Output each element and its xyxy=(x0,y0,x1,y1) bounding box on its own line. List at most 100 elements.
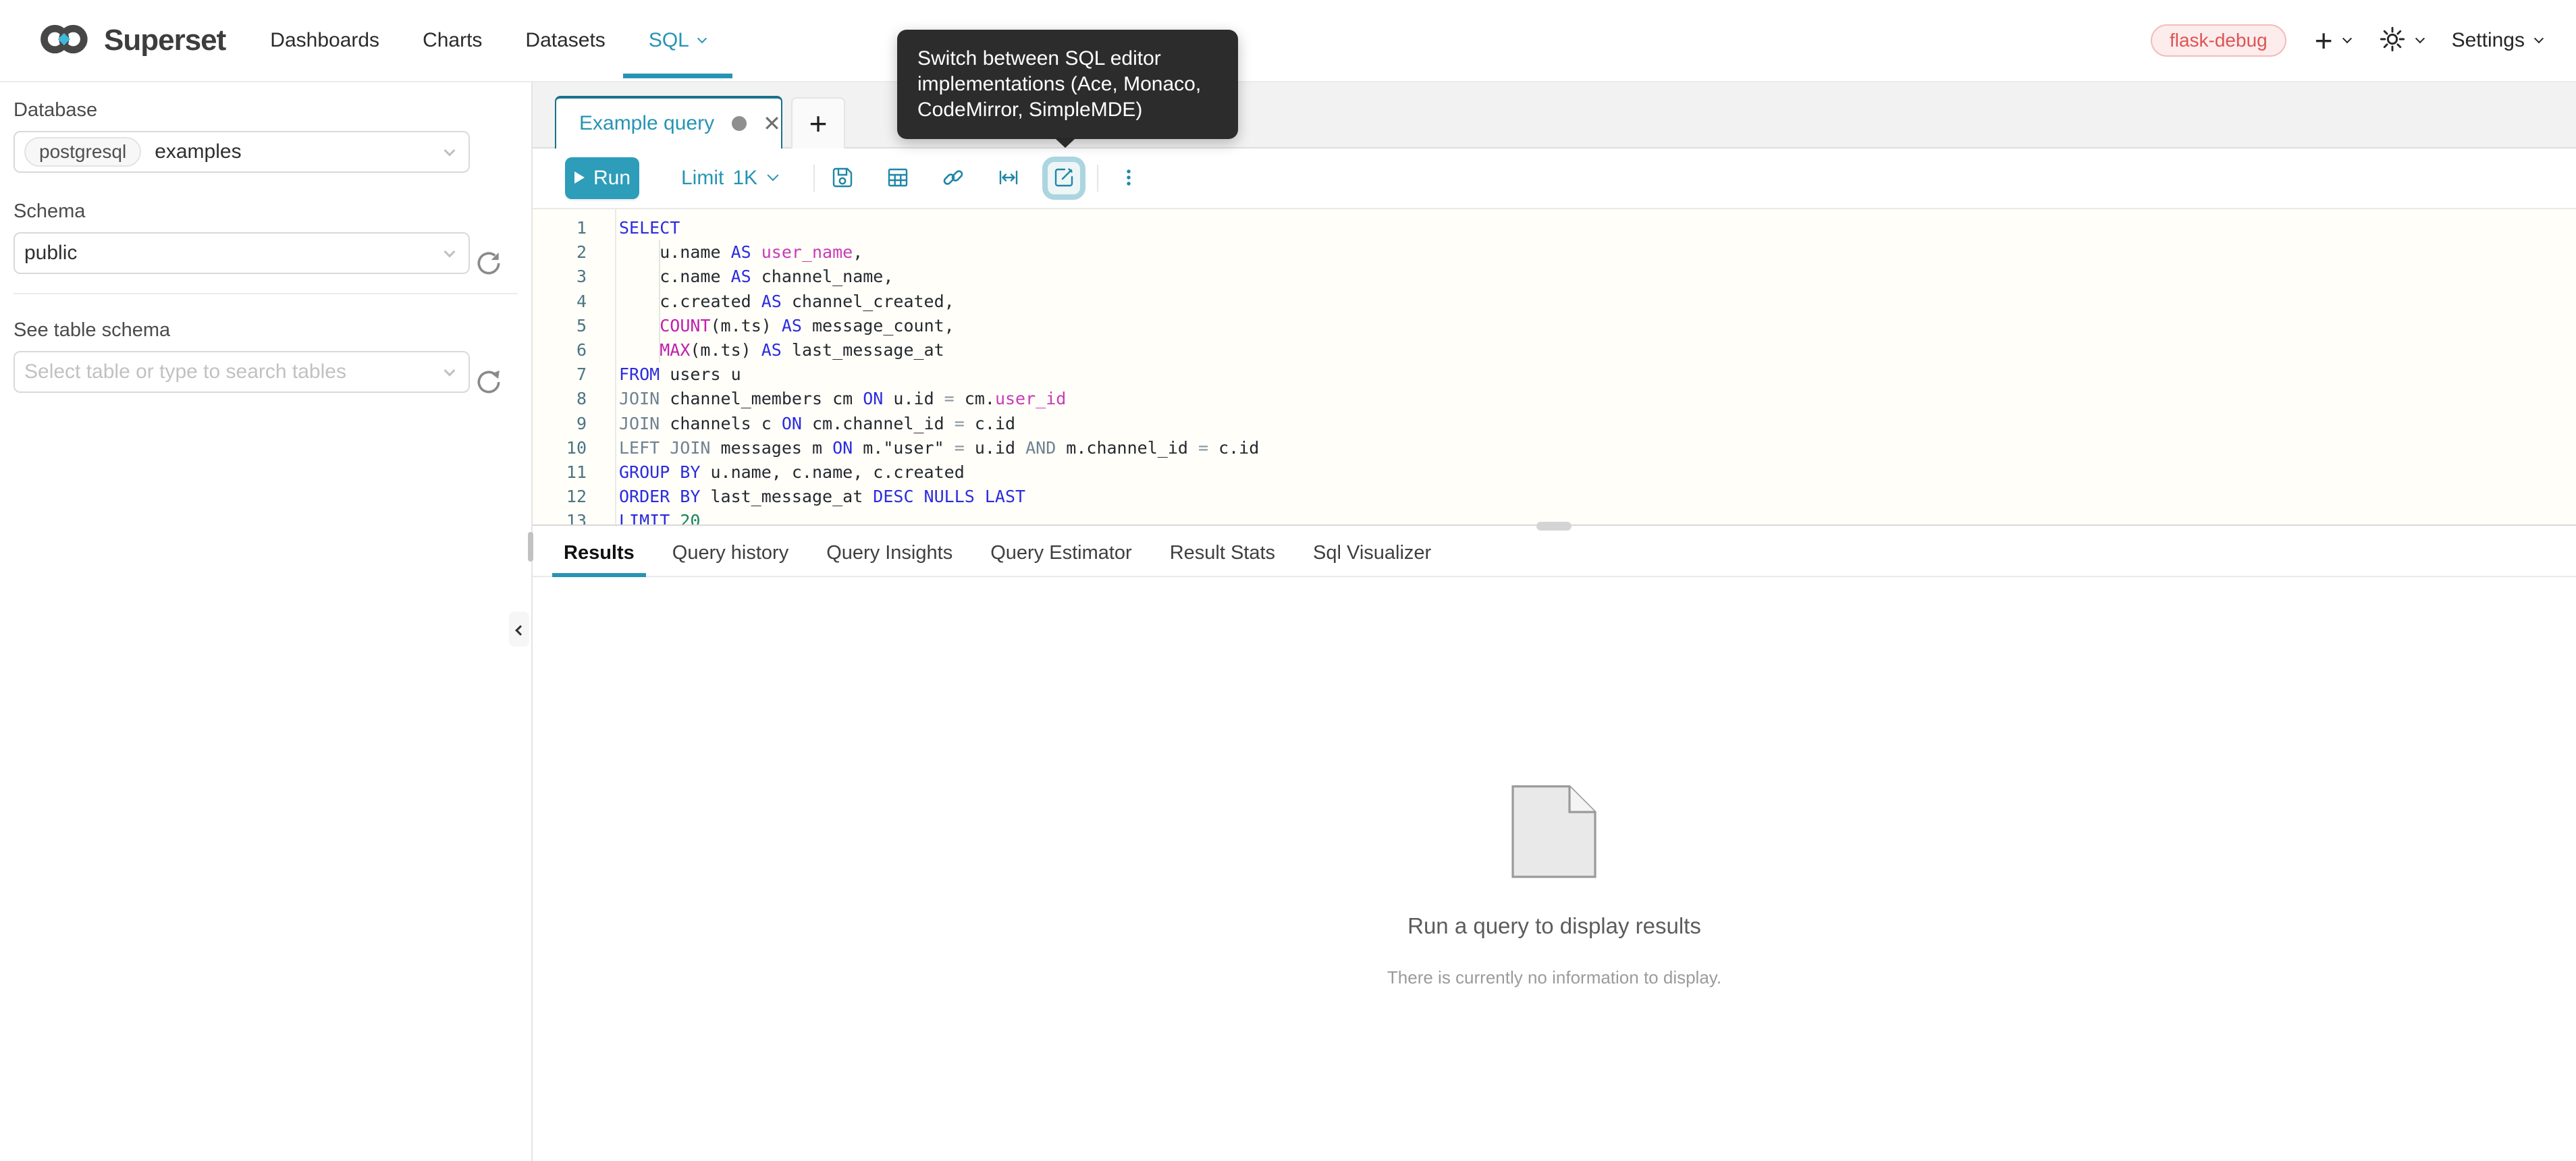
brand-name: Superset xyxy=(104,24,225,57)
code-line: c.created AS channel_created, xyxy=(619,290,2576,314)
schema-select[interactable]: public xyxy=(14,232,470,274)
editor-width-button[interactable] xyxy=(981,148,1036,209)
nav-item-label: Dashboards xyxy=(270,29,379,52)
chevron-down-icon xyxy=(2534,34,2544,43)
sql-code-area[interactable]: SELECT u.name AS user_name, c.name AS ch… xyxy=(533,216,2576,526)
results-tab-results[interactable]: Results xyxy=(564,542,635,576)
sql-editor[interactable]: 12345678910111213 SELECT u.name AS user_… xyxy=(533,209,2576,526)
main-nav: Dashboards Charts Datasets SQL xyxy=(270,29,705,52)
code-line: COUNT(m.ts) AS message_count, xyxy=(619,314,2576,338)
nav-item-sql[interactable]: SQL xyxy=(649,29,705,52)
environment-badge: flask-debug xyxy=(2151,24,2286,57)
code-line: c.name AS channel_name, xyxy=(619,265,2576,289)
chevron-down-icon xyxy=(444,145,456,157)
add-tab-button[interactable]: + xyxy=(791,97,845,148)
code-line: FROM users u xyxy=(619,362,2576,387)
editor-results-split-handle[interactable] xyxy=(1536,522,1572,531)
code-line: LIMIT 20 xyxy=(619,509,2576,526)
navbar-right: flask-debug + Settings xyxy=(2151,24,2552,57)
table-select[interactable]: Select table or type to search tables xyxy=(14,351,470,393)
empty-state-title: Run a query to display results xyxy=(1407,913,1701,939)
editor-tab-strip: Example query ✕ + xyxy=(533,82,2576,148)
editor-width-icon xyxy=(997,166,1020,191)
code-line: GROUP BY u.name, c.name, c.created xyxy=(619,460,2576,485)
refresh-schemas-button[interactable] xyxy=(474,248,504,278)
play-icon xyxy=(574,167,585,190)
close-tab-button[interactable]: ✕ xyxy=(763,113,781,134)
switch-editor-icon xyxy=(1052,166,1075,191)
collapse-sidebar-button[interactable] xyxy=(509,612,529,647)
code-line: JOIN channels c ON cm.channel_id = c.id xyxy=(619,412,2576,436)
results-tab-sql-visualizer[interactable]: Sql Visualizer xyxy=(1313,542,1431,576)
refresh-icon xyxy=(474,270,504,280)
save-icon xyxy=(831,166,854,191)
run-query-button[interactable]: Run xyxy=(565,157,639,199)
refresh-icon xyxy=(474,389,504,399)
code-line: u.name AS user_name, xyxy=(619,240,2576,265)
database-select[interactable]: postgresql examples xyxy=(14,131,470,173)
limit-value: 1K xyxy=(732,167,757,190)
nav-item-label: Charts xyxy=(423,29,482,52)
table-select-placeholder: Select table or type to search tables xyxy=(24,360,346,383)
new-item-menu[interactable]: + xyxy=(2315,27,2351,54)
database-engine-pill: postgresql xyxy=(24,137,141,167)
link-icon xyxy=(942,166,965,191)
results-empty-state: Run a query to display results There is … xyxy=(533,577,2576,988)
switch-editor-button[interactable] xyxy=(1036,148,1092,209)
results-tab-query-history[interactable]: Query history xyxy=(672,542,788,576)
chevron-down-icon xyxy=(2342,34,2352,43)
table-icon xyxy=(886,166,909,191)
theme-menu[interactable] xyxy=(2379,26,2423,56)
more-icon xyxy=(1117,166,1140,191)
code-line: SELECT xyxy=(619,216,2576,240)
results-tab-query-insights[interactable]: Query Insights xyxy=(826,542,952,576)
results-tab-bar: Results Query history Query Insights Query … xyxy=(533,526,2576,577)
nav-item-datasets[interactable]: Datasets xyxy=(525,29,605,52)
editor-toolbar: Run Limit 1K xyxy=(533,148,2576,209)
results-tab-result-stats[interactable]: Result Stats xyxy=(1170,542,1275,576)
chevron-down-icon xyxy=(444,246,456,258)
results-panel: Results Query history Query Insights Query … xyxy=(533,526,2576,1161)
chevron-down-icon xyxy=(2415,34,2425,43)
empty-document-icon xyxy=(1511,785,1598,878)
switch-editor-tooltip: Switch between SQL editor implementation… xyxy=(897,30,1238,139)
code-line: JOIN channel_members cm ON u.id = cm.use… xyxy=(619,387,2576,411)
more-button[interactable] xyxy=(1101,148,1156,209)
tooltip-text: Switch between SQL editor implementation… xyxy=(917,47,1201,121)
chevron-down-icon xyxy=(697,34,707,43)
toolbar-separator xyxy=(1097,165,1098,192)
toolbar-icon-row xyxy=(815,148,1156,209)
sun-icon xyxy=(2379,26,2406,56)
settings-menu[interactable]: Settings xyxy=(2452,29,2542,52)
save-button[interactable] xyxy=(815,148,870,209)
empty-state-subtitle: There is currently no information to dis… xyxy=(1387,967,1721,988)
code-line: ORDER BY last_message_at DESC NULLS LAST xyxy=(619,485,2576,509)
table-schema-label: See table schema xyxy=(14,319,531,342)
chevron-left-icon xyxy=(515,625,526,636)
refresh-tables-button[interactable] xyxy=(474,367,504,397)
database-select-value: examples xyxy=(155,140,241,163)
indent-guide xyxy=(659,240,660,362)
database-label: Database xyxy=(14,99,531,122)
chevron-down-icon xyxy=(768,169,779,181)
code-line: MAX(m.ts) AS last_message_at xyxy=(619,338,2576,362)
limit-label: Limit xyxy=(681,167,724,190)
panel-resize-grip[interactable] xyxy=(528,532,533,562)
superset-logo[interactable]: Superset xyxy=(36,21,225,61)
link-button[interactable] xyxy=(925,148,981,209)
query-tab[interactable]: Example query ✕ xyxy=(555,96,782,148)
row-limit-dropdown[interactable]: Limit 1K xyxy=(681,167,777,190)
query-tab-title: Example query xyxy=(579,112,714,135)
results-tab-query-estimator[interactable]: Query Estimator xyxy=(990,542,1132,576)
table-button[interactable] xyxy=(870,148,925,209)
code-line: LEFT JOIN messages m ON m."user" = u.id … xyxy=(619,436,2576,460)
unsaved-indicator-dot xyxy=(732,116,747,131)
nav-item-label: SQL xyxy=(649,29,689,52)
schema-label: Schema xyxy=(14,200,531,223)
top-navbar: Superset Dashboards Charts Datasets SQL fla… xyxy=(0,0,2576,82)
nav-item-dashboards[interactable]: Dashboards xyxy=(270,29,379,52)
nav-item-charts[interactable]: Charts xyxy=(423,29,482,52)
plus-icon: + xyxy=(2315,27,2333,54)
sqllab-main: Example query ✕ + Run Limit 1K 123456789… xyxy=(533,82,2576,1161)
schema-select-value: public xyxy=(24,242,77,265)
